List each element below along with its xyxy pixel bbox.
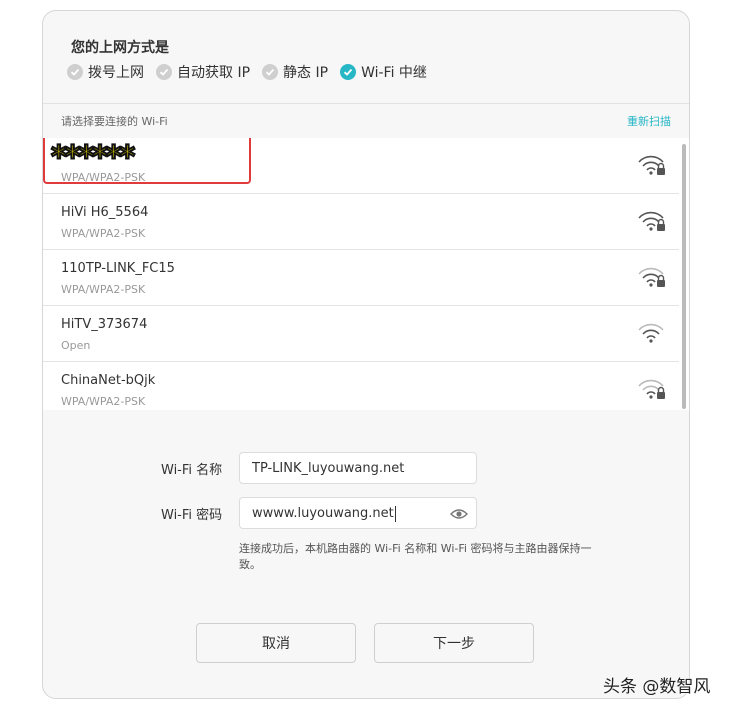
wifi-password-value: wwww.luyouwang.net	[252, 506, 394, 521]
connection-mode-title: 您的上网方式是	[71, 40, 169, 56]
mode-label: Wi-Fi 中继	[361, 65, 427, 81]
mode-wifi-repeater[interactable]: Wi-Fi 中继	[340, 62, 427, 82]
wifi-name-row: Wi-Fi 名称 TP-LINK_luyouwang.net	[161, 452, 477, 484]
wifi-list-item[interactable]: ChinaNet-bQjk WPA/WPA2-PSK	[43, 362, 679, 410]
masked-ssid-highlight: ******	[43, 138, 251, 184]
wifi-locked-icon	[638, 267, 665, 287]
wifi-password-field[interactable]: wwww.luyouwang.net	[239, 497, 477, 529]
wifi-name-label: Wi-Fi 名称	[161, 462, 223, 478]
wifi-list[interactable]: WPA/WPA2-PSK ****** HiVi H6_5564 WPA/WPA…	[43, 138, 689, 410]
wifi-ssid: HiVi H6_5564	[61, 205, 149, 220]
check-icon	[156, 64, 172, 80]
wifi-security: WPA/WPA2-PSK	[61, 227, 146, 240]
mode-label: 拨号上网	[88, 65, 144, 81]
wifi-list-item[interactable]: 110TP-LINK_FC15 WPA/WPA2-PSK	[43, 250, 679, 306]
mode-label: 自动获取 IP	[177, 65, 251, 81]
wifi-locked-icon	[638, 211, 665, 231]
mode-dhcp[interactable]: 自动获取 IP	[156, 62, 250, 82]
wifi-name-field[interactable]: TP-LINK_luyouwang.net	[239, 452, 477, 484]
check-icon	[340, 64, 357, 80]
check-icon	[67, 64, 83, 80]
masked-ssid: ******	[50, 139, 136, 176]
wifi-password-label: Wi-Fi 密码	[161, 507, 223, 523]
sync-hint: 连接成功后，本机路由器的 Wi-Fi 名称和 Wi-Fi 密码将与主路由器保持一…	[239, 542, 592, 571]
wifi-list-item[interactable]: HiTV_373674 Open	[43, 306, 679, 362]
wifi-locked-icon	[638, 379, 665, 399]
check-icon	[262, 64, 279, 80]
rescan-link[interactable]: 重新扫描	[627, 113, 671, 129]
wifi-list-scrollbar[interactable]	[682, 144, 686, 409]
wifi-open-icon	[638, 323, 664, 343]
wifi-password-row: Wi-Fi 密码 wwww.luyouwang.net	[161, 497, 477, 529]
text-caret	[394, 505, 396, 522]
watermark: 头条 @数智风	[603, 677, 711, 697]
wifi-list-item[interactable]: HiVi H6_5564 WPA/WPA2-PSK	[43, 194, 679, 250]
mode-pppoe[interactable]: 拨号上网	[67, 62, 144, 82]
wifi-ssid: ChinaNet-bQjk	[61, 373, 156, 388]
cancel-button[interactable]: 取消	[196, 623, 356, 663]
setup-panel: 您的上网方式是 拨号上网 自动获取 IP 静态 IP Wi-Fi 中继 请选择要…	[42, 10, 690, 699]
mode-static-ip[interactable]: 静态 IP	[262, 62, 328, 82]
wifi-list-title: 请选择要连接的 Wi-Fi	[61, 115, 168, 128]
wifi-name-value: TP-LINK_luyouwang.net	[252, 461, 405, 476]
connection-mode-group: 拨号上网 自动获取 IP 静态 IP Wi-Fi 中继	[67, 62, 439, 82]
eye-icon[interactable]	[450, 507, 468, 521]
mode-label: 静态 IP	[283, 65, 329, 81]
wifi-security: Open	[61, 339, 91, 352]
wifi-security: WPA/WPA2-PSK	[61, 395, 146, 408]
wifi-security: WPA/WPA2-PSK	[61, 283, 146, 296]
wifi-ssid: 110TP-LINK_FC15	[61, 261, 175, 276]
wifi-locked-icon	[638, 155, 665, 175]
next-button[interactable]: 下一步	[374, 623, 534, 663]
wifi-ssid: HiTV_373674	[61, 317, 148, 332]
wifi-list-item[interactable]: WPA/WPA2-PSK ******	[43, 138, 679, 194]
wifi-list-header: 请选择要连接的 Wi-Fi 重新扫描	[43, 103, 689, 139]
